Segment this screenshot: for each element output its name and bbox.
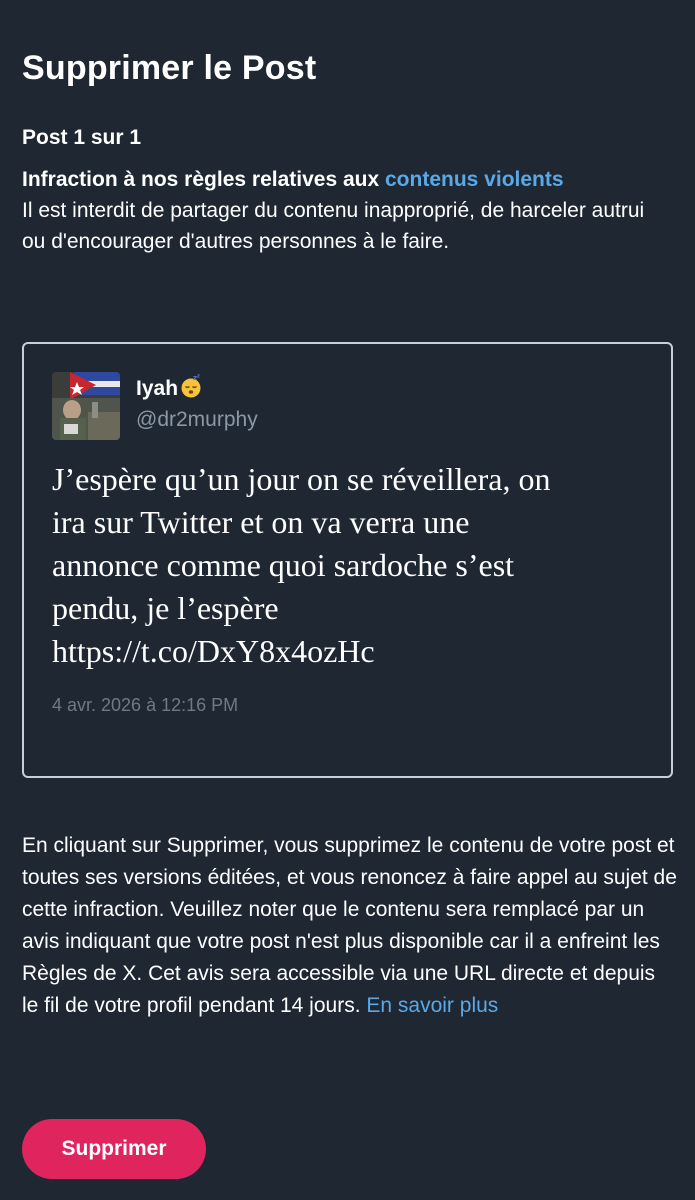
- violent-content-rules-link[interactable]: contenus violents: [385, 168, 564, 191]
- author-display-name: Iyah: [136, 377, 179, 400]
- svg-text:z: z: [197, 374, 200, 380]
- violation-notice: Infraction à nos règles relatives aux co…: [22, 164, 672, 257]
- sleeping-face-icon: z z: [180, 374, 202, 406]
- delete-disclaimer: En cliquant sur Supprimer, vous supprime…: [22, 830, 677, 1022]
- violation-heading-text: Infraction à nos règles relatives aux: [22, 168, 380, 191]
- violation-heading: Infraction à nos règles relatives aux co…: [22, 168, 564, 191]
- reported-post-card: Iyah z z @dr2murphy J’espère qu’un jour …: [22, 342, 673, 778]
- avatar-image: [52, 372, 120, 440]
- author-name[interactable]: Iyah z z: [136, 374, 202, 406]
- disclaimer-text: En cliquant sur Supprimer, vous supprime…: [22, 834, 677, 1017]
- post-timestamp: 4 avr. 2026 à 12:16 PM: [52, 695, 239, 715]
- page-title: Supprimer le Post: [22, 49, 317, 87]
- post-counter: Post 1 sur 1: [22, 126, 142, 149]
- violation-description: Il est interdit de partager du contenu i…: [22, 199, 645, 253]
- avatar: [52, 372, 120, 440]
- delete-button[interactable]: Supprimer: [22, 1119, 206, 1179]
- author-handle[interactable]: @dr2murphy: [136, 406, 258, 434]
- post-text: J’espère qu’un jour on se réveillera, on…: [52, 461, 551, 669]
- learn-more-link[interactable]: En savoir plus: [366, 994, 498, 1017]
- delete-post-screen: Supprimer le Post Post 1 sur 1 Infractio…: [0, 0, 695, 1200]
